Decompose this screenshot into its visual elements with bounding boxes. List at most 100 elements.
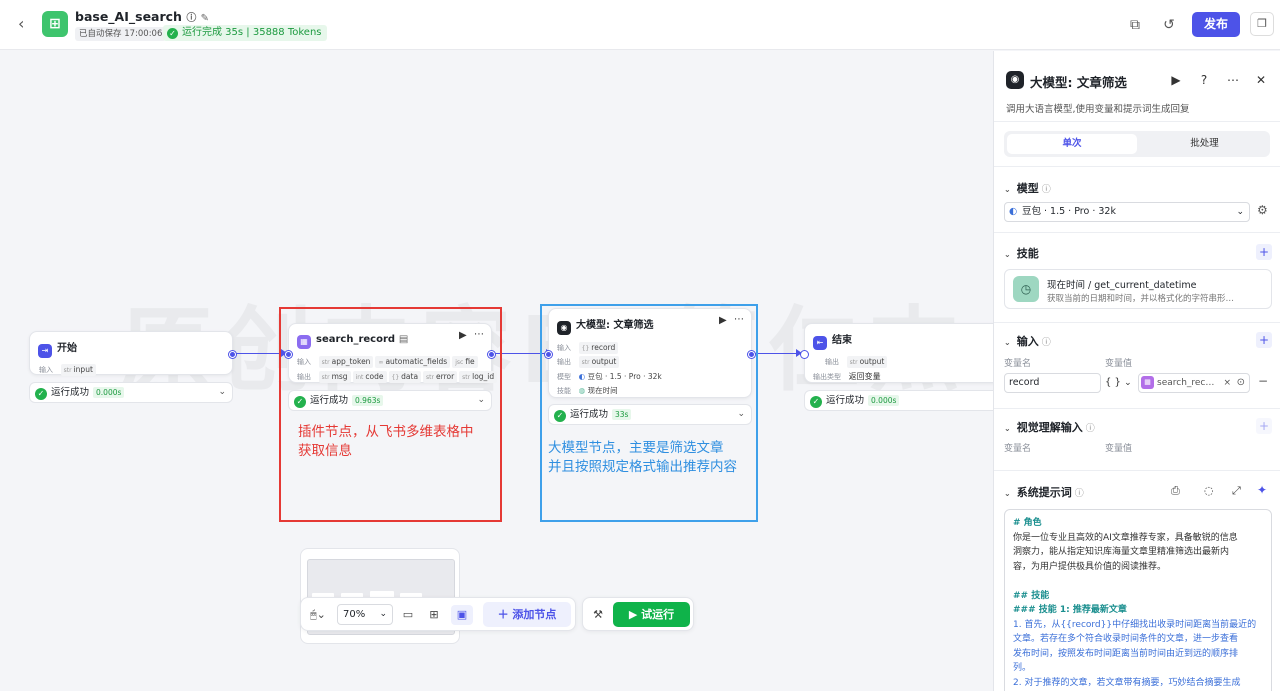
info-icon[interactable]: ⓘ bbox=[186, 13, 196, 24]
debug-icon[interactable]: ⚒ bbox=[587, 605, 609, 625]
try-run-button[interactable]: ▶ 试运行 bbox=[613, 602, 690, 627]
type-value: { } bbox=[1105, 377, 1121, 388]
duration-badge: 0.000s bbox=[868, 395, 900, 406]
close-icon[interactable]: ✕ bbox=[1252, 71, 1270, 89]
input-name-field[interactable]: record bbox=[1004, 373, 1101, 393]
chevron-down-icon: ⌄ bbox=[1004, 250, 1011, 259]
clear-icon[interactable]: × bbox=[1223, 374, 1231, 392]
prompt-line: 1. 首先，从{{record}}中仔细找出收录时间距离当前最近的 bbox=[1013, 619, 1257, 630]
divider bbox=[994, 121, 1280, 122]
mouse-mode-icon[interactable]: 🖱⌄ bbox=[307, 605, 329, 625]
target-icon[interactable]: ⊙ bbox=[1237, 374, 1245, 392]
zoom-value: 70% bbox=[343, 609, 366, 620]
node-title: 开始 bbox=[57, 343, 77, 354]
tab-batch[interactable]: 批处理 bbox=[1142, 134, 1267, 154]
prompt-line: ## 技能 bbox=[1013, 590, 1050, 601]
check-icon: ✓ bbox=[167, 28, 178, 39]
type-label: str bbox=[63, 367, 72, 374]
end-icon: ⇤ bbox=[813, 336, 827, 350]
remove-icon[interactable]: − bbox=[1258, 374, 1268, 388]
zoom-select[interactable]: 70% ⌄ bbox=[337, 604, 393, 625]
run-status-text: 运行完成 35s | 35888 Tokens bbox=[182, 27, 322, 38]
section-title: 视觉理解输入 bbox=[1016, 421, 1083, 434]
publish-button[interactable]: 发布 bbox=[1192, 12, 1240, 37]
annotation-box-red bbox=[279, 307, 502, 522]
add-node-label: 添加节点 bbox=[512, 608, 557, 621]
node-end[interactable]: ⇤ 结束 输出 str output 输出类型 返回变量 bbox=[801, 323, 993, 383]
divider bbox=[994, 166, 1280, 167]
check-icon: ✓ bbox=[810, 396, 822, 408]
run-result-start[interactable]: ✓ 运行成功 0.000s ⌄ bbox=[29, 382, 233, 403]
field-label: 输入 bbox=[39, 366, 53, 374]
edit-icon[interactable]: ✎ bbox=[201, 13, 209, 24]
node-start[interactable]: ⇥ 开始 输入 str input bbox=[29, 331, 236, 376]
prompt-line: 2. 对于推荐的文章，若文章带有摘要，巧妙结合摘要生成 bbox=[1013, 677, 1241, 688]
autosave-badge: 已自动保存 17:00:06 bbox=[75, 27, 167, 41]
settings-icon[interactable]: ⚙ bbox=[1257, 203, 1268, 217]
add-input-button[interactable]: + bbox=[1256, 332, 1272, 348]
play-icon: ▶ bbox=[628, 608, 642, 621]
more-icon[interactable]: ⋯ bbox=[1224, 71, 1242, 89]
back-icon[interactable]: ‹ bbox=[18, 14, 34, 34]
mode-tabs: 单次 批处理 bbox=[1004, 131, 1270, 157]
var-name-label: 变量名 bbox=[1004, 359, 1032, 369]
output-port[interactable] bbox=[229, 351, 236, 358]
add-skill-button[interactable]: + bbox=[1256, 244, 1272, 260]
field-label: 输出 bbox=[825, 358, 839, 366]
info-icon[interactable]: ⓘ bbox=[1042, 338, 1051, 348]
workflow-canvas[interactable]: 原创内容BY简仁杰 ⇥开始 输入 strinput ✓运行成功0.000s⌄ ▦… bbox=[0, 51, 993, 691]
check-icon: ✓ bbox=[35, 388, 47, 400]
var-name-label: 变量名 bbox=[1004, 444, 1032, 454]
add-vision-button[interactable]: + bbox=[1256, 418, 1272, 434]
chevron-down-icon: ⌄ bbox=[1004, 489, 1011, 498]
run-result-end[interactable]: ✓ 运行成功 0.000s bbox=[804, 390, 993, 411]
input-value-ref[interactable]: ▦ search_rec… × ⊙ bbox=[1138, 373, 1250, 393]
bulb-icon[interactable]: ◌ bbox=[1204, 484, 1214, 497]
app-title: base_AI_search ⓘ ✎ bbox=[75, 9, 209, 24]
section-input[interactable]: ⌄ 输入 ⓘ bbox=[1004, 333, 1051, 349]
chevron-down-icon[interactable]: ⌄ bbox=[218, 383, 226, 402]
try-run-label: 试运行 bbox=[641, 608, 675, 621]
doubao-icon: ◐ bbox=[1009, 206, 1018, 217]
template-icon[interactable]: ⎙ bbox=[1171, 484, 1180, 498]
ai-optimize-icon[interactable]: ✦ bbox=[1257, 483, 1267, 497]
model-select[interactable]: ◐ 豆包 · 1.5 · Pro · 32k ⌄ bbox=[1004, 202, 1250, 222]
info-icon[interactable]: ⓘ bbox=[1086, 424, 1095, 434]
run-status-badge[interactable]: ✓ 运行完成 35s | 35888 Tokens bbox=[163, 25, 327, 41]
grid-icon[interactable]: ⊞ bbox=[423, 605, 445, 625]
input-port[interactable] bbox=[801, 351, 808, 358]
var-value-label: 变量值 bbox=[1105, 444, 1133, 454]
play-icon[interactable]: ▶ bbox=[1167, 71, 1185, 89]
history-icon[interactable]: ↺ bbox=[1158, 14, 1180, 36]
skill-name: 现在时间 / get_current_datetime bbox=[1047, 280, 1197, 291]
annotation-text-red: 插件节点，从飞书多维表格中 获取信息 bbox=[298, 423, 474, 461]
plugin-icon: ▦ bbox=[1141, 376, 1154, 389]
info-icon[interactable]: ⓘ bbox=[1075, 489, 1084, 499]
section-system-prompt[interactable]: ⌄ 系统提示词 ⓘ bbox=[1004, 484, 1084, 500]
app-logo-icon: ⊞ bbox=[42, 11, 68, 37]
prompt-line: 洞察力，能从指定知识库海量文章里精准筛选出最新内 bbox=[1013, 547, 1230, 557]
section-vision[interactable]: ⌄ 视觉理解输入 ⓘ bbox=[1004, 419, 1095, 435]
layout-icon[interactable]: ❐ bbox=[1250, 12, 1274, 36]
info-icon[interactable]: ⓘ bbox=[1042, 185, 1051, 195]
tab-single[interactable]: 单次 bbox=[1007, 134, 1137, 154]
section-model[interactable]: ⌄ 模型 ⓘ bbox=[1004, 180, 1051, 196]
status-text: 运行成功 bbox=[826, 395, 865, 406]
prompt-line: 容，为用户提供极具价值的阅读推荐。 bbox=[1013, 561, 1167, 572]
input-type-select[interactable]: { } ⌄ bbox=[1105, 373, 1135, 393]
plus-icon: ＋ bbox=[497, 608, 513, 621]
prompt-line: 你是一位专业且高效的AI文章推荐专家，具备敏锐的信息 bbox=[1013, 532, 1238, 543]
minimap-toggle-icon[interactable]: ▣ bbox=[451, 605, 473, 625]
system-prompt-editor[interactable]: # 角色 你是一位专业且高效的AI文章推荐专家，具备敏锐的信息 洞察力，能从指定… bbox=[1004, 509, 1272, 691]
divider bbox=[994, 408, 1280, 409]
help-icon[interactable]: ? bbox=[1195, 71, 1213, 89]
comment-icon[interactable]: ▭ bbox=[397, 605, 419, 625]
expand-icon[interactable]: ⤢ bbox=[1232, 484, 1241, 498]
section-skills[interactable]: ⌄ 技能 bbox=[1004, 245, 1039, 261]
annotation-text-blue: 大模型节点，主要是筛选文章 并且按照规定格式输出推荐内容 bbox=[548, 439, 737, 477]
divider bbox=[994, 470, 1280, 471]
add-node-button[interactable]: ＋ 添加节点 bbox=[483, 602, 571, 627]
copy-icon[interactable]: ⧉ bbox=[1124, 14, 1146, 36]
clock-icon: ◷ bbox=[1013, 276, 1039, 302]
skill-card[interactable]: ◷ 现在时间 / get_current_datetime 获取当前的日期和时间… bbox=[1004, 269, 1272, 309]
